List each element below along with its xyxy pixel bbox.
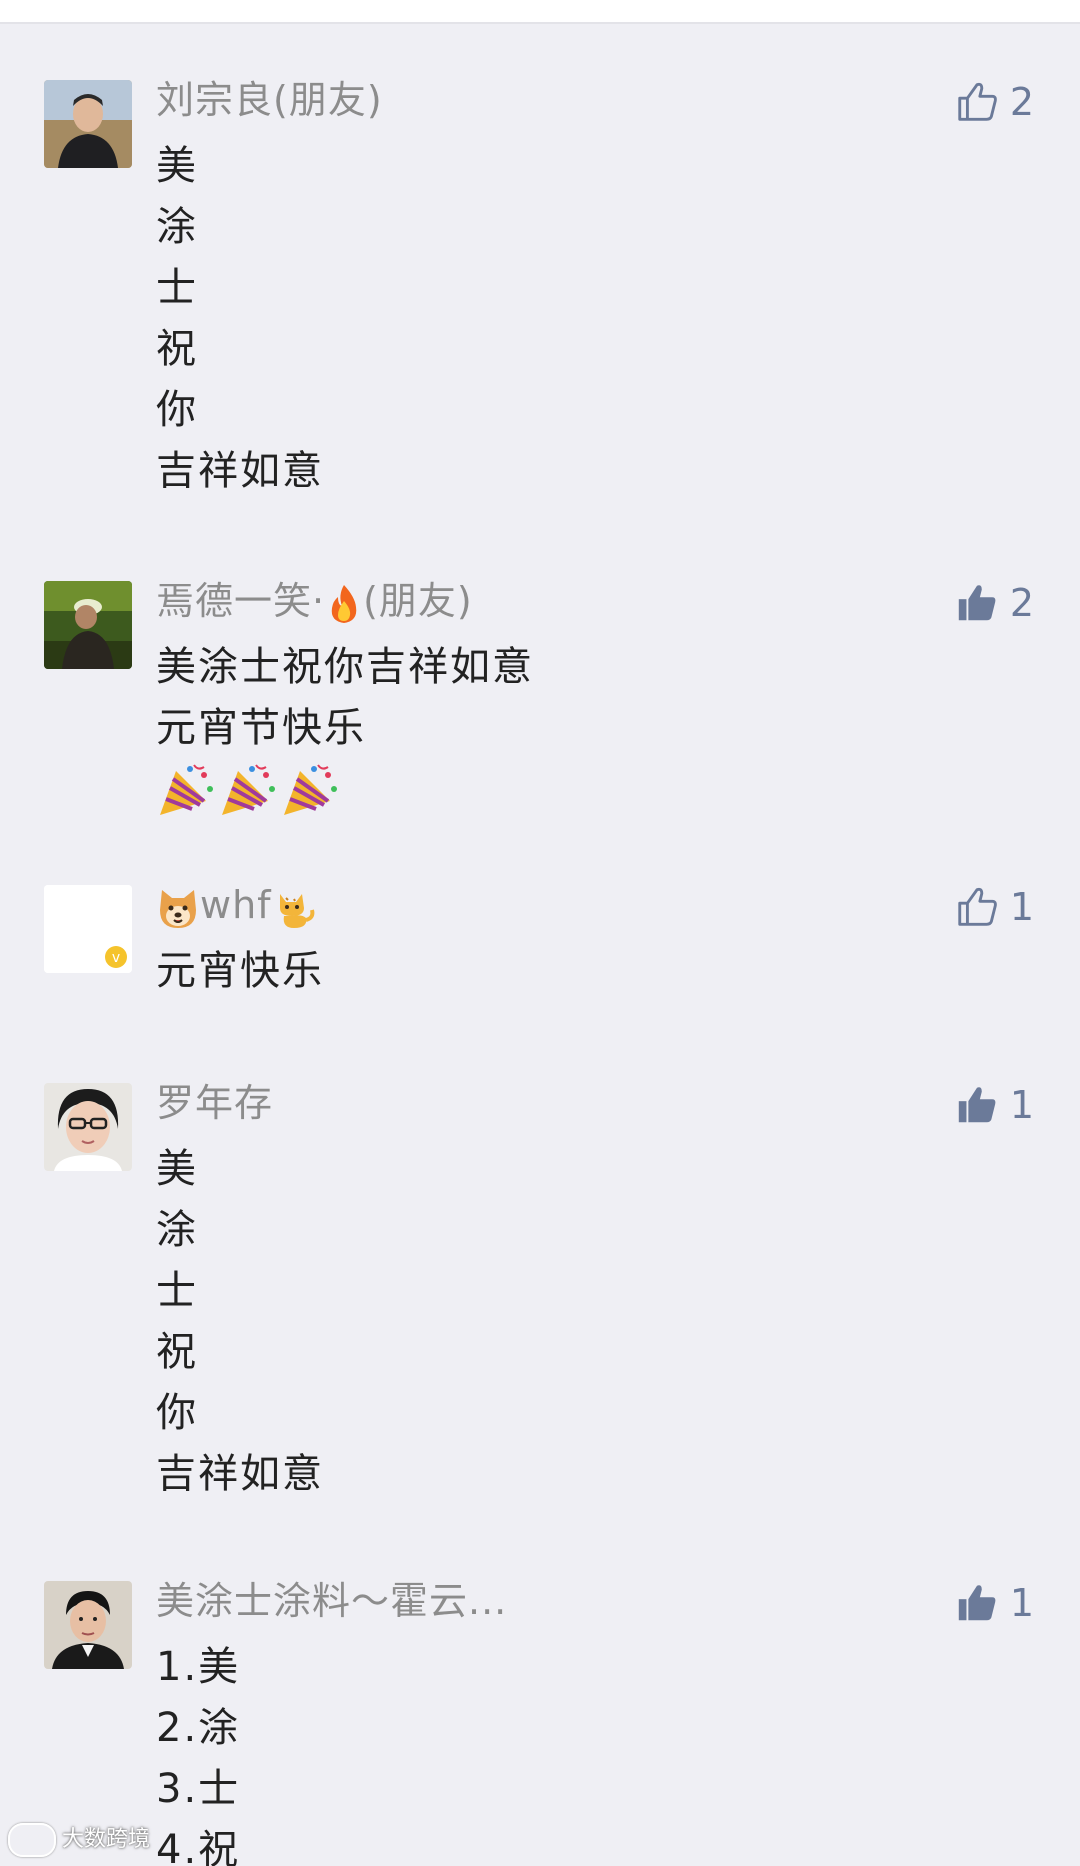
comment-text: 美 涂 士 祝 你 吉祥如意 [156,1139,324,1505]
like-count: 2 [1009,581,1034,625]
comment-line: 美 [156,1146,198,1192]
party-popper-icon [160,763,213,815]
comment-text: 1.美 2.涂 3.士 4.祝 [156,1637,240,1866]
commenter-name[interactable]: 罗年存 [156,1077,273,1129]
party-popper-icon [222,763,275,815]
avatar[interactable] [44,581,132,669]
watermark-text: 大数跨境 [62,1827,151,1852]
comment-text: 美 涂 士 祝 你 吉祥如意 [156,136,324,502]
avatar[interactable]: v [44,885,132,973]
thumbs-up-filled-icon [958,585,996,621]
commenter-relation: (朋友) [363,579,473,623]
thumbs-up-outline-icon [958,887,997,926]
comment-line: 3.士 [156,1766,241,1812]
commenter-name[interactable]: 刘宗良(朋友) [156,74,383,126]
comment-line: 美涂士祝你吉祥如意 [156,644,534,690]
commenter-name-text: 焉德一笑· [156,579,326,623]
watermark: 大数跨境 [8,1822,150,1858]
like-button[interactable]: 1 [954,1079,1034,1131]
comment-line: 祝 [156,326,198,372]
comment-line: 士 [156,1268,198,1314]
comment-line: 士 [156,265,198,311]
party-popper-icon [284,763,337,815]
emoji-row [156,759,534,820]
commenter-name[interactable]: 焉德一笑· (朋友) [156,575,473,627]
comment-line: 涂 [156,204,198,250]
verified-badge-label: v [112,950,120,966]
comments-panel: 刘宗良(朋友) 2 美 涂 士 祝 你 吉祥如意 焉德一笑· (朋友) 2 美涂… [0,22,1080,1866]
comment-text: 元宵快乐 [156,941,324,1002]
like-button[interactable]: 2 [954,577,1034,629]
comment-line: 4.祝 [156,1827,241,1866]
avatar[interactable] [44,80,132,168]
avatar[interactable] [44,1581,132,1669]
comment-line: 2.涂 [156,1705,241,1751]
dog-face-icon [160,889,196,928]
comment-line: 你 [156,1390,198,1436]
fire-icon [331,584,357,623]
comment-line: 元宵节快乐 [156,705,366,751]
thumbs-up-filled-icon [958,1087,996,1123]
commenter-name[interactable]: whf [156,879,316,931]
commenter-name[interactable]: 美涂士涂料～霍云... [156,1575,507,1627]
watermark-logo-icon [8,1823,56,1857]
comment-line: 祝 [156,1329,198,1375]
comment-line: 涂 [156,1207,198,1253]
comment-line: 吉祥如意 [156,448,324,494]
comment-line: 美 [156,143,198,189]
like-count: 1 [1009,885,1034,929]
like-count: 1 [1009,1083,1034,1127]
like-count: 2 [1009,80,1034,124]
comment-text: 美涂士祝你吉祥如意 元宵节快乐 [156,637,534,820]
comment-line: 你 [156,387,198,433]
avatar[interactable] [44,1083,132,1171]
comment-line: 吉祥如意 [156,1451,324,1497]
comment-line: 元宵快乐 [156,948,324,994]
commenter-name-text: whf [200,883,272,927]
comment-line: 1.美 [156,1644,241,1690]
like-button[interactable]: 1 [954,1577,1034,1629]
like-button[interactable]: 2 [954,76,1034,128]
like-count: 1 [1009,1581,1034,1625]
thumbs-up-filled-icon [958,1585,996,1621]
thumbs-up-outline-icon [958,82,997,121]
like-button[interactable]: 1 [954,881,1034,933]
cat-icon [279,893,314,928]
